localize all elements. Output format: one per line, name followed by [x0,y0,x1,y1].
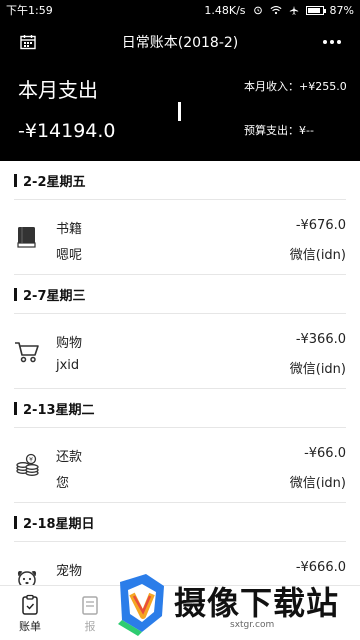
more-options-button[interactable] [320,30,344,54]
budget-expense: 预算支出：¥-- [244,124,314,137]
status-time: 下午1:59 [6,4,53,17]
transaction-category: 还款 [56,450,83,465]
transaction-item[interactable]: ¥ 还款 您 -¥66.0 微信(idn) [0,428,360,502]
transaction-amount: -¥366.0 [295,332,346,347]
day-header: 2-13星期二 [0,389,360,427]
month-expense-label: 本月支出 [18,78,98,102]
day-header-marker [14,173,17,187]
transaction-list[interactable]: 2-2星期五 书籍 嗯呢 -¥676.0 微信(idn) 2-7星期三 购物 j… [0,161,360,585]
transaction-amount: -¥66.0 [304,446,346,461]
day-group: 2-2星期五 书籍 嗯呢 -¥676.0 微信(idn) [0,161,360,275]
transaction-item[interactable]: 书籍 嗯呢 -¥676.0 微信(idn) [0,200,360,274]
watermark: 摄像下载站 sxtgr.com [112,572,360,640]
day-header-marker [14,401,17,415]
watermark-text: 摄像下载站 [174,584,340,622]
transaction-note: jxid [56,358,80,373]
transaction-account: 微信(idn) [289,476,346,491]
coins-icon: ¥ [16,453,39,476]
tab-report[interactable]: 报 [60,586,120,640]
summary-divider [178,102,181,121]
svg-text:¥: ¥ [29,457,33,464]
day-group: 2-7星期三 购物 jxid -¥366.0 微信(idn) [0,275,360,389]
day-header-label: 2-7星期三 [23,288,86,304]
day-header-marker [14,287,17,301]
tab-bill-label: 账单 [19,619,41,633]
cart-icon [15,342,39,363]
month-expense-amount: -¥14194.0 [18,120,116,142]
day-header-marker [14,515,17,529]
transaction-item[interactable]: 购物 jxid -¥366.0 微信(idn) [0,314,360,388]
transaction-note: 嗯呢 [56,248,83,263]
transaction-category: 购物 [56,336,83,351]
wifi-icon [270,6,282,15]
day-header: 2-7星期三 [0,275,360,313]
battery-percent: 87% [329,3,354,17]
pet-icon [17,571,37,585]
day-header: 2-18星期日 [0,503,360,541]
day-header: 2-2星期五 [0,161,360,199]
status-indicators: 1.48K/s 87% [204,4,354,17]
watermark-logo [118,574,164,636]
transaction-account: 微信(idn) [289,248,346,263]
calendar-icon [20,35,36,50]
page-title: 日常账本(2018-2) [121,35,239,51]
calendar-button[interactable] [16,30,40,54]
tab-bill[interactable]: 账单 [0,586,60,640]
day-header-label: 2-18星期日 [23,516,95,532]
transaction-category: 宠物 [56,564,83,579]
day-group: 2-13星期二 ¥ 还款 您 -¥66.0 微信(idn) [0,389,360,503]
alarm-icon [253,6,262,15]
network-speed: 1.48K/s [204,3,246,17]
more-dots-icon [323,40,341,44]
watermark-url: sxtgr.com [230,620,275,630]
transaction-note: 您 [56,476,70,491]
report-icon [82,595,98,615]
bill-icon [22,594,38,615]
status-bar: 下午1:59 1.48K/s 87% [0,0,360,20]
app-toolbar: 日常账本(2018-2) [0,20,360,64]
day-header-label: 2-13星期二 [23,402,95,418]
battery-level [307,7,320,13]
transaction-amount: -¥676.0 [295,218,346,233]
day-header-label: 2-2星期五 [23,174,86,190]
transaction-account: 微信(idn) [289,362,346,377]
battery-icon [305,5,326,15]
transaction-category: 书籍 [56,222,83,237]
monthly-summary: 本月支出 -¥14194.0 本月收入：+¥255.0 预算支出：¥-- [0,64,360,161]
airplane-icon [289,5,298,15]
app-root: 下午1:59 1.48K/s 87% 日常账本(2018-2) 本月支出 -¥1… [0,0,360,640]
tab-report-label: 报 [84,619,96,633]
month-income: 本月收入：+¥255.0 [244,80,347,93]
book-icon [17,227,36,248]
